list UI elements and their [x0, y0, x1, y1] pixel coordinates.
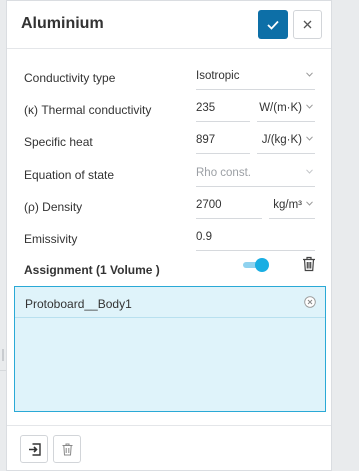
check-icon — [267, 20, 279, 30]
equation-of-state-label: Equation of state — [24, 168, 115, 182]
toggle-knob — [255, 258, 269, 272]
conductivity-type-label: Conductivity type — [24, 71, 116, 85]
equation-of-state-row: Equation of state Rho const. — [7, 160, 331, 192]
conductivity-type-select[interactable]: Isotropic — [196, 63, 315, 90]
panel-footer — [7, 425, 331, 471]
density-value: 2700 — [196, 199, 222, 211]
thermal-conductivity-value: 235 — [196, 102, 216, 114]
specific-heat-label: Specific heat — [24, 135, 93, 149]
side-marker — [2, 349, 4, 361]
emissivity-input[interactable]: 0.9 — [196, 224, 315, 251]
close-button[interactable] — [293, 10, 322, 39]
specific-heat-value: 897 — [196, 134, 216, 146]
remove-circle-icon[interactable] — [304, 296, 316, 308]
equation-of-state-value: Rho const. — [196, 167, 251, 179]
assignment-list[interactable]: Protoboard__Body1 — [14, 286, 326, 412]
trash-icon[interactable] — [302, 256, 316, 272]
chevron-down-icon — [306, 72, 313, 77]
thermal-conductivity-unit-select[interactable]: W/(m·K) — [257, 95, 315, 122]
delete-button[interactable] — [53, 435, 81, 463]
page-title: Aluminium — [21, 15, 104, 32]
thermal-conductivity-input[interactable]: 235 — [196, 95, 250, 122]
chevron-down-icon — [306, 201, 313, 206]
specific-heat-unit-select[interactable]: J/(kg·K) — [257, 127, 315, 154]
thermal-conductivity-label: (κ) Thermal conductivity — [24, 103, 152, 117]
assigned-volume-name: Protoboard__Body1 — [25, 297, 132, 311]
conductivity-type-value: Isotropic — [196, 70, 240, 82]
emissivity-value: 0.9 — [196, 231, 212, 243]
thermal-conductivity-unit: W/(m·K) — [259, 102, 302, 114]
assignment-toggle[interactable] — [243, 257, 269, 273]
material-panel: Aluminium Conductivity type Isotropic (κ… — [6, 0, 332, 471]
close-icon — [303, 20, 312, 29]
assign-in-icon — [28, 442, 41, 456]
chevron-down-icon — [306, 136, 313, 141]
assign-in-button[interactable] — [20, 435, 48, 463]
specific-heat-input[interactable]: 897 — [196, 127, 250, 154]
confirm-button[interactable] — [258, 10, 288, 39]
density-unit: kg/m³ — [273, 199, 302, 211]
chevron-down-icon — [306, 104, 313, 109]
conductivity-type-row: Conductivity type Isotropic — [7, 63, 331, 95]
emissivity-label: Emissivity — [24, 232, 78, 246]
density-input[interactable]: 2700 — [196, 192, 262, 219]
density-label: (ρ) Density — [24, 200, 83, 214]
equation-of-state-select: Rho const. — [196, 160, 315, 187]
specific-heat-row: Specific heat 897 J/(kg·K) — [7, 127, 331, 159]
density-unit-select[interactable]: kg/m³ — [269, 192, 315, 219]
density-row: (ρ) Density 2700 kg/m³ — [7, 192, 331, 224]
assignment-label: Assignment (1 Volume ) — [24, 263, 160, 277]
list-item[interactable]: Protoboard__Body1 — [15, 287, 325, 318]
chevron-down-icon — [306, 169, 313, 174]
trash-icon — [62, 443, 72, 455]
panel-header: Aluminium — [7, 1, 331, 49]
specific-heat-unit: J/(kg·K) — [261, 134, 302, 146]
emissivity-row: Emissivity 0.9 — [7, 224, 331, 256]
thermal-conductivity-row: (κ) Thermal conductivity 235 W/(m·K) — [7, 95, 331, 127]
